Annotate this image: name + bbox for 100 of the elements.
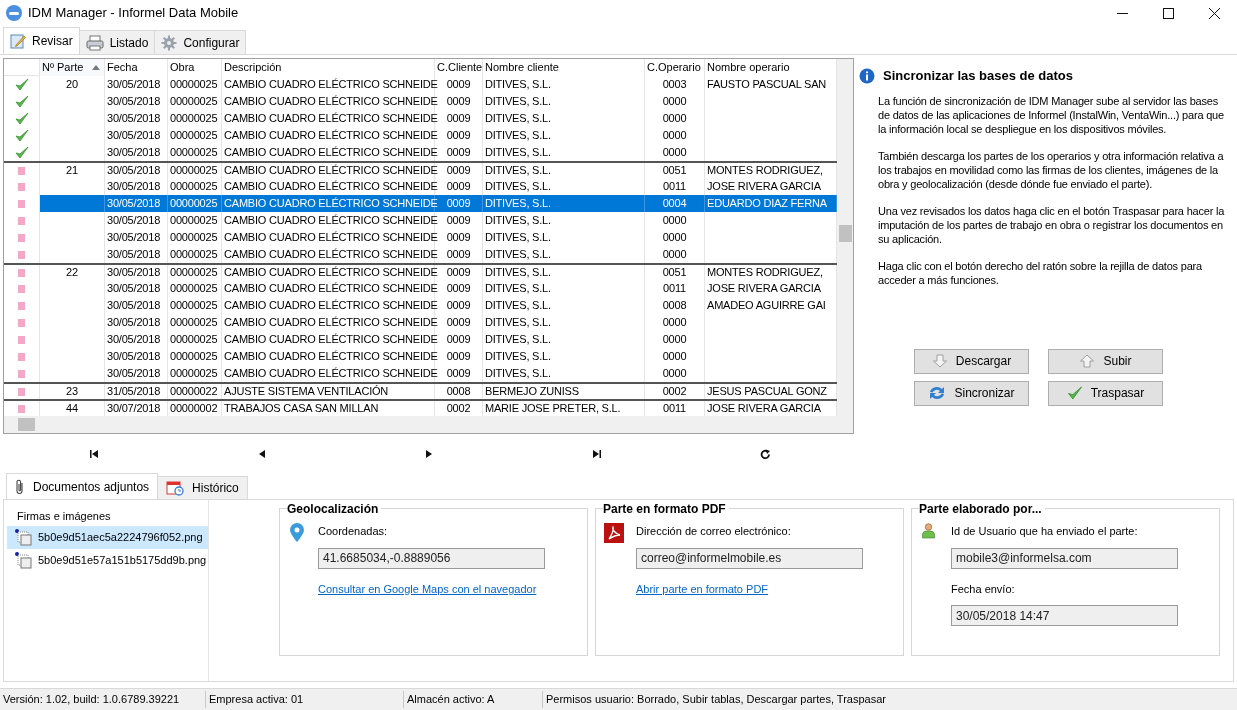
table-cell: 30/05/2018 xyxy=(107,96,161,107)
tab[interactable]: Revisar xyxy=(3,27,80,54)
table-cell: CAMBIO CUADRO ELÉCTRICO SCHNEIDE xyxy=(224,96,438,107)
table-cell: CAMBIO CUADRO ELÉCTRICO SCHNEIDE xyxy=(224,147,438,158)
table-cell: 00000025 xyxy=(170,267,218,278)
table-cell: CAMBIO CUADRO ELÉCTRICO SCHNEIDE xyxy=(224,165,438,176)
table-cell: CAMBIO CUADRO ELÉCTRICO SCHNEIDE xyxy=(224,283,438,294)
action-button[interactable]: Descargar xyxy=(914,348,1029,374)
file-list-item[interactable]: 5b0e9d51aec5a2224796f052.png xyxy=(7,526,208,549)
table-cell: 30/05/2018 xyxy=(107,368,161,379)
info-paragraph: También descarga los partes de los operarios y otra información relativa a los trabajos en movilidad como las firmas de los clientes, imágenes de la obra y geolocalización (desde dónde fue enviado el parte). xyxy=(878,148,1225,191)
table-cell: 0000 xyxy=(662,249,687,260)
table-cell: 30/05/2018 xyxy=(107,267,161,278)
table-cell: EDUARDO DIAZ FERNA xyxy=(707,198,827,209)
table-cell: 0051 xyxy=(662,165,687,176)
table-cell: DITIVES, S.L. xyxy=(485,79,551,90)
read-only-field[interactable]: 41.6685034,-0.8889056 xyxy=(318,547,545,569)
field-label: Fecha envío: xyxy=(951,581,1016,597)
table-cell: 0011 xyxy=(663,181,686,192)
table-cell: CAMBIO CUADRO ELÉCTRICO SCHNEIDE xyxy=(224,130,438,141)
table-cell: DITIVES, S.L. xyxy=(485,283,551,294)
table-cell: CAMBIO CUADRO ELÉCTRICO SCHNEIDE xyxy=(224,181,438,192)
table-cell: AJUSTE SISTEMA VENTILACIÓN xyxy=(224,386,389,397)
table-cell: CAMBIO CUADRO ELÉCTRICO SCHNEIDE xyxy=(224,249,438,260)
action-button[interactable]: Sincronizar xyxy=(914,380,1029,406)
status-text: Almacén activo: A xyxy=(404,691,543,708)
table-cell: 22 xyxy=(66,267,78,278)
table-cell: FAUSTO PASCUAL SAN xyxy=(707,79,827,90)
column-header[interactable]: Obra xyxy=(168,59,222,76)
table-cell: 00000025 xyxy=(170,317,218,328)
table-cell: 30/05/2018 xyxy=(107,181,161,192)
table-cell: CAMBIO CUADRO ELÉCTRICO SCHNEIDE xyxy=(224,198,438,209)
table-cell: 00000025 xyxy=(170,368,218,379)
table-cell: DITIVES, S.L. xyxy=(485,232,551,243)
table-cell: 23 xyxy=(66,386,78,397)
table-cell: 30/05/2018 xyxy=(107,232,161,243)
table-cell: MONTES RODRIGUEZ, xyxy=(707,267,823,278)
table-cell: DITIVES, S.L. xyxy=(485,267,551,278)
maps-link[interactable]: Consultar en Google Maps con el navegador xyxy=(318,580,545,597)
table-cell: 30/05/2018 xyxy=(107,165,161,176)
table-cell: 00000022 xyxy=(170,386,218,397)
table-cell: 30/05/2018 xyxy=(107,351,161,362)
pdf-link[interactable]: Abrir parte en formato PDF xyxy=(636,580,863,597)
table-cell: 0009 xyxy=(446,249,471,260)
table-cell: JOSE RIVERA GARCIA xyxy=(707,181,821,192)
table-cell: 0009 xyxy=(446,300,471,311)
table-cell: CAMBIO CUADRO ELÉCTRICO SCHNEIDE xyxy=(224,215,438,226)
action-button[interactable]: Traspasar xyxy=(1048,380,1163,406)
table-cell: 30/05/2018 xyxy=(107,215,161,226)
tab[interactable]: Configurar xyxy=(154,30,247,54)
action-button[interactable]: Subir xyxy=(1048,348,1163,374)
tab[interactable]: Listado xyxy=(78,30,156,54)
table-cell: CAMBIO CUADRO ELÉCTRICO SCHNEIDE xyxy=(224,351,438,362)
table-cell: 00000025 xyxy=(170,79,218,90)
column-header[interactable]: Nombre cliente xyxy=(483,59,645,76)
table-cell: 0009 xyxy=(446,351,471,362)
table-cell: DITIVES, S.L. xyxy=(485,165,551,176)
table-cell: MONTES RODRIGUEZ, xyxy=(707,165,823,176)
table-cell: 00000025 xyxy=(170,215,218,226)
table-cell: DITIVES, S.L. xyxy=(485,215,551,226)
read-only-field[interactable]: correo@informelmobile.es xyxy=(636,547,863,569)
column-header[interactable]: C.Operario xyxy=(645,59,705,76)
column-header[interactable]: Fecha xyxy=(105,59,168,76)
column-header[interactable]: Descripción xyxy=(222,59,435,76)
tab[interactable]: Histórico xyxy=(157,476,248,499)
table-cell: AMADEO AGUIRRE GAI xyxy=(707,300,826,311)
table-cell: DITIVES, S.L. xyxy=(485,249,551,260)
table-cell: 0002 xyxy=(446,403,471,414)
table-cell: 0009 xyxy=(446,267,471,278)
column-header[interactable]: Nº Parte xyxy=(40,59,105,76)
read-only-field[interactable]: mobile3@informelsa.com xyxy=(951,547,1178,569)
file-list-item[interactable]: 5b0e9d51e57a151b5175dd9b.png xyxy=(7,549,208,572)
table-cell: 30/05/2018 xyxy=(107,198,161,209)
table-cell: CAMBIO CUADRO ELÉCTRICO SCHNEIDE xyxy=(224,113,438,124)
table-cell: 0000 xyxy=(662,317,687,328)
table-cell: DITIVES, S.L. xyxy=(485,317,551,328)
table-cell: 0008 xyxy=(662,300,687,311)
table-cell: 30/05/2018 xyxy=(107,317,161,328)
read-only-field[interactable]: 30/05/2018 14:47 xyxy=(951,605,1178,626)
table-cell: 00000025 xyxy=(170,283,218,294)
table-cell: 0000 xyxy=(662,147,687,158)
table-cell: 0002 xyxy=(662,386,687,397)
table-cell: DITIVES, S.L. xyxy=(485,96,551,107)
table-cell: 0000 xyxy=(662,130,687,141)
table-cell: 0000 xyxy=(662,334,687,345)
table-cell: 00000025 xyxy=(170,351,218,362)
field-label: Dirección de correo electrónico: xyxy=(636,524,792,539)
tab[interactable]: Documentos adjuntos xyxy=(6,473,159,499)
table-cell: 0000 xyxy=(662,215,687,226)
table-cell: 30/05/2018 xyxy=(107,147,161,158)
table-cell: TRABAJOS CASA SAN MILLAN xyxy=(224,403,379,414)
table-cell: 0009 xyxy=(446,334,471,345)
table-cell: CAMBIO CUADRO ELÉCTRICO SCHNEIDE xyxy=(224,232,438,243)
table-cell: 30/05/2018 xyxy=(107,300,161,311)
column-header[interactable]: C.Cliente xyxy=(435,59,483,76)
column-header[interactable]: Nombre operario xyxy=(705,59,837,76)
table-cell: 0009 xyxy=(446,113,471,124)
panel-title: Sincronizar las bases de datos xyxy=(883,67,1074,85)
table-cell: 0009 xyxy=(446,198,471,209)
table-cell: 0009 xyxy=(446,215,471,226)
